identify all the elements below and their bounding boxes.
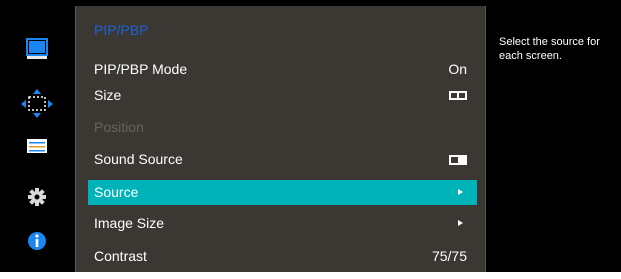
category-system[interactable] bbox=[0, 183, 75, 215]
menu-item-source[interactable]: Source bbox=[88, 180, 477, 205]
menu-title: PIP/PBP bbox=[94, 22, 149, 38]
sliders-icon bbox=[27, 139, 47, 153]
monitor-icon bbox=[26, 38, 48, 59]
menu-item-size[interactable]: Size bbox=[88, 83, 477, 108]
menu-item-label: Contrast bbox=[94, 248, 147, 264]
category-onscreen-display[interactable] bbox=[0, 132, 75, 164]
menu-item-value: 75/75 bbox=[431, 248, 467, 264]
menu-item-label: PIP/PBP Mode bbox=[94, 61, 188, 77]
help-text: Select the source for each screen. bbox=[499, 36, 600, 62]
menu-item-label: Size bbox=[94, 87, 122, 103]
info-icon bbox=[28, 232, 46, 250]
category-picture[interactable] bbox=[0, 35, 75, 67]
sound-source-screen-icon bbox=[449, 155, 467, 165]
osd-menu: PIP/PBP PIP/PBP Mode On Size Position So… bbox=[0, 0, 621, 272]
menu-item-label: Image Size bbox=[94, 215, 165, 231]
category-information[interactable] bbox=[0, 227, 75, 259]
move-arrows-icon bbox=[21, 89, 53, 118]
menu-item-value: On bbox=[448, 61, 467, 77]
size-split-icon bbox=[449, 91, 467, 100]
category-sidebar bbox=[0, 0, 75, 272]
category-pip-pbp[interactable] bbox=[0, 88, 75, 120]
menu-item-position: Position bbox=[88, 115, 477, 140]
chevron-right-icon bbox=[458, 189, 463, 195]
menu-item-sound-source[interactable]: Sound Source bbox=[88, 147, 477, 172]
menu-item-label: Position bbox=[94, 119, 144, 135]
gear-icon bbox=[28, 188, 46, 206]
menu-item-pip-pbp-mode[interactable]: PIP/PBP Mode On bbox=[88, 57, 477, 82]
chevron-right-icon bbox=[458, 220, 463, 226]
menu-item-label: Sound Source bbox=[94, 151, 183, 167]
menu-item-image-size[interactable]: Image Size bbox=[88, 211, 477, 236]
menu-item-contrast[interactable]: Contrast 75/75 bbox=[88, 244, 477, 269]
pip-pbp-menu: PIP/PBP PIP/PBP Mode On Size Position So… bbox=[75, 6, 486, 272]
menu-item-label: Source bbox=[94, 184, 139, 200]
